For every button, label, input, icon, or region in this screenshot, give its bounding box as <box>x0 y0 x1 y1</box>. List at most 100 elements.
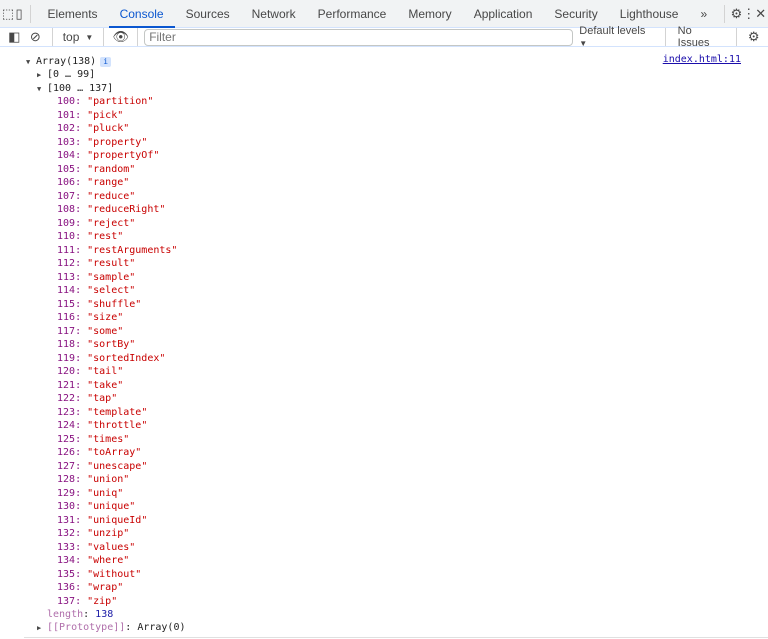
item-index: 130 <box>57 501 76 512</box>
array-item: 100: "partition" <box>57 96 154 107</box>
tab-memory[interactable]: Memory <box>397 0 462 28</box>
array-item: 110: "rest" <box>57 231 124 242</box>
collapsed-triangle-icon[interactable]: ▶ <box>37 622 47 635</box>
array-item: 112: "result" <box>57 258 136 269</box>
array-item: 131: "uniqueId" <box>57 514 148 526</box>
array-item: 115: "shuffle" <box>57 298 142 310</box>
console-toolbar: ◧ ⊘ top ▼ 👁 Filter Default levels ▼ No I… <box>0 25 768 49</box>
item-index: 120 <box>57 366 76 377</box>
array-item: 129: "uniq" <box>57 487 124 499</box>
prototype-row[interactable]: ▶ [[Prototype]]: Array(0) <box>37 621 186 634</box>
item-index: 118 <box>57 339 76 350</box>
divider <box>103 28 105 46</box>
log-levels-label: Default levels <box>579 25 646 37</box>
item-value: sortedIndex <box>93 352 160 364</box>
item-value: pluck <box>93 123 124 134</box>
item-index: 111 <box>57 244 76 256</box>
item-value: toArray <box>93 447 136 458</box>
item-index: 137 <box>57 595 76 607</box>
tab-security[interactable]: Security <box>543 0 608 28</box>
array-item: 122: "tap" <box>57 393 118 404</box>
tab-network[interactable]: Network <box>241 0 307 28</box>
array-item: 127: "unescape" <box>57 460 148 472</box>
source-link[interactable]: index.html:11 <box>663 54 741 65</box>
array-item: 119: "sortedIndex" <box>57 352 166 364</box>
item-value: template <box>93 406 142 418</box>
tab-performance[interactable]: Performance <box>307 0 398 28</box>
device-toolbar-icon[interactable]: ▯ <box>14 3 24 25</box>
live-expression-eye-icon[interactable]: 👁 <box>110 26 131 48</box>
array-item: 106: "range" <box>57 177 130 188</box>
array-item: 104: "propertyOf" <box>57 150 160 161</box>
tab-console[interactable]: Console <box>108 0 175 28</box>
item-value: partition <box>93 96 148 107</box>
array-item: 132: "unzip" <box>57 528 130 539</box>
item-value: wrap <box>93 582 118 593</box>
array-item: 128: "union" <box>57 474 130 485</box>
tab-application[interactable]: Application <box>463 0 544 28</box>
item-value: reduceRight <box>93 204 160 215</box>
context-selector[interactable]: top ▼ <box>59 30 98 44</box>
array-item: 121: "take" <box>57 379 124 391</box>
array-row[interactable]: ▼ Array(138) i <box>26 55 112 69</box>
divider <box>24 637 768 638</box>
item-index: 109 <box>57 217 76 229</box>
item-value: uniq <box>93 487 118 499</box>
array-item: 133: "values" <box>57 541 136 553</box>
filter-input[interactable]: Filter <box>144 28 574 46</box>
divider <box>664 28 666 46</box>
item-value: pick <box>93 109 118 121</box>
item-index: 124 <box>57 420 76 431</box>
item-value: rest <box>93 231 118 242</box>
group-row[interactable]: ▼ [100 … 137] <box>37 82 113 95</box>
item-index: 136 <box>57 582 76 593</box>
item-value: uniqueId <box>93 514 142 526</box>
array-item: 102: "pluck" <box>57 123 130 134</box>
item-value: unescape <box>93 460 142 472</box>
item-index: 103 <box>57 136 76 148</box>
item-index: 127 <box>57 460 76 472</box>
more-options-icon[interactable]: ⋮ <box>742 3 755 25</box>
item-index: 119 <box>57 352 76 364</box>
item-value: tap <box>93 393 112 404</box>
item-value: property <box>93 136 142 148</box>
expanded-triangle-icon[interactable]: ▼ <box>26 56 36 69</box>
settings-gear-icon[interactable]: ⚙ <box>731 3 743 25</box>
item-index: 110 <box>57 231 76 242</box>
log-levels-dropdown[interactable]: Default levels ▼ <box>573 25 658 49</box>
console-settings-gear-icon[interactable]: ⚙ <box>743 26 764 48</box>
array-item: 125: "times" <box>57 433 130 445</box>
more-tabs-button[interactable]: » <box>689 0 718 28</box>
clear-console-icon[interactable]: ⊘ <box>25 26 46 48</box>
item-index: 101 <box>57 109 76 121</box>
dropdown-arrow-icon: ▼ <box>579 39 588 48</box>
array-item: 118: "sortBy" <box>57 339 136 350</box>
item-index: 105 <box>57 163 76 175</box>
item-index: 122 <box>57 393 76 404</box>
item-value: union <box>93 474 124 485</box>
item-index: 128 <box>57 474 76 485</box>
tab-elements[interactable]: Elements <box>37 0 109 28</box>
item-value: where <box>93 555 124 566</box>
tab-lighthouse[interactable]: Lighthouse <box>609 0 690 28</box>
sidebar-toggle-icon[interactable]: ◧ <box>4 26 25 48</box>
item-index: 116 <box>57 312 76 323</box>
collapsed-triangle-icon[interactable]: ▶ <box>37 69 47 82</box>
item-index: 133 <box>57 541 76 553</box>
array-item: 114: "select" <box>57 285 136 296</box>
expanded-triangle-icon[interactable]: ▼ <box>37 83 47 96</box>
item-index: 129 <box>57 487 76 499</box>
array-label: Array(138) <box>36 56 97 67</box>
close-icon[interactable]: ✕ <box>755 3 766 25</box>
inspect-element-icon[interactable]: ⬚ <box>2 3 14 25</box>
array-item: 107: "reduce" <box>57 190 136 202</box>
array-item: 134: "where" <box>57 555 130 566</box>
group-row[interactable]: ▶ [0 … 99] <box>37 68 95 81</box>
item-value: random <box>93 163 130 175</box>
item-value: unique <box>93 501 130 512</box>
array-item: 124: "throttle" <box>57 420 148 431</box>
issues-button[interactable]: No Issues <box>672 25 731 49</box>
info-badge[interactable]: i <box>100 57 112 67</box>
tab-sources[interactable]: Sources <box>175 0 241 28</box>
divider <box>51 28 53 46</box>
